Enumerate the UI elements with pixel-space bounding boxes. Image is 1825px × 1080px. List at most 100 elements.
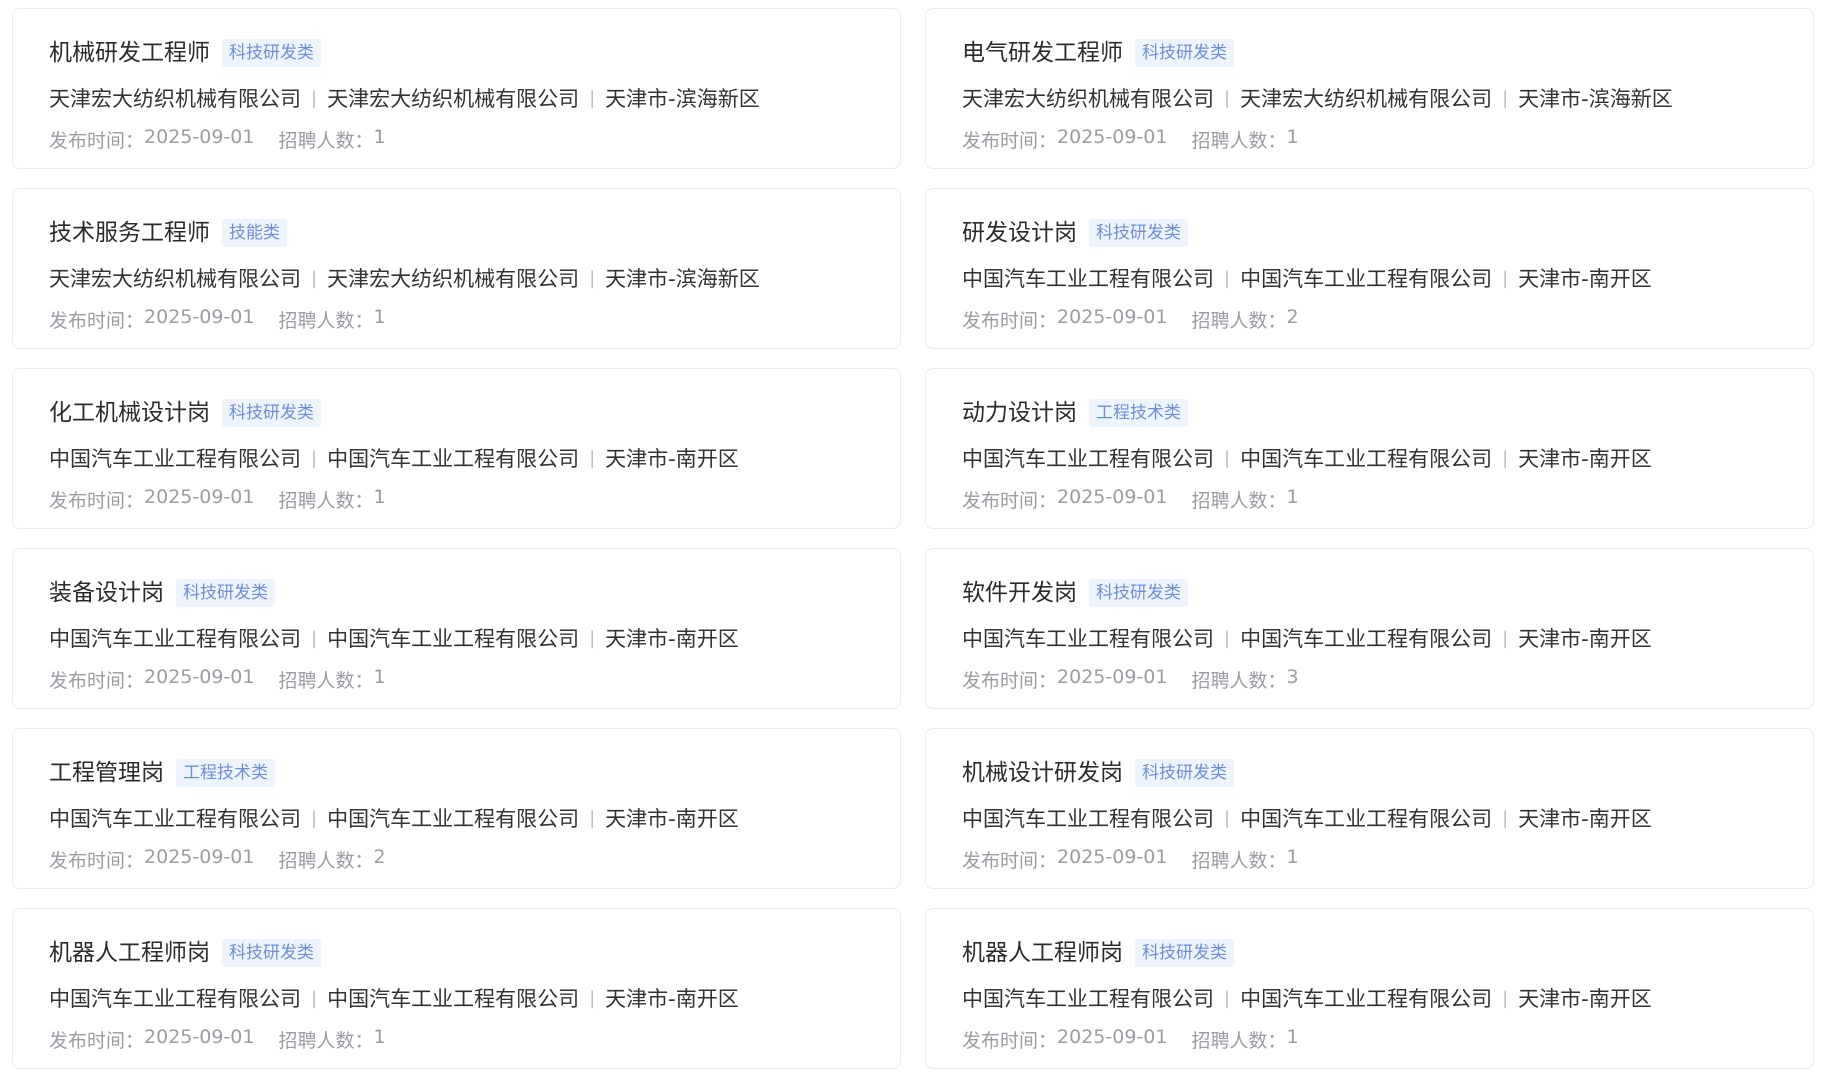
job-title[interactable]: 动力设计岗 [962, 396, 1077, 430]
job-location: 天津市-南开区 [605, 447, 739, 471]
job-category-tag: 科技研发类 [1089, 219, 1188, 247]
job-card[interactable]: 装备设计岗 科技研发类 中国汽车工业工程有限公司 | 中国汽车工业工程有限公司 … [12, 548, 901, 709]
job-meta-row: 发布时间： 2025-09-01 招聘人数： 2 [962, 304, 1813, 334]
job-category-tag: 科技研发类 [1135, 939, 1234, 967]
separator: | [311, 627, 318, 649]
publish-time-label: 发布时间： [49, 849, 145, 872]
job-card[interactable]: 机械设计研发岗 科技研发类 中国汽车工业工程有限公司 | 中国汽车工业工程有限公… [925, 728, 1814, 889]
job-info-row: 天津宏大纺织机械有限公司 | 天津宏大纺织机械有限公司 | 天津市-滨海新区 [49, 262, 900, 294]
separator: | [589, 807, 596, 829]
job-title[interactable]: 机器人工程师岗 [962, 936, 1123, 970]
job-card[interactable]: 电气研发工程师 科技研发类 天津宏大纺织机械有限公司 | 天津宏大纺织机械有限公… [925, 8, 1814, 169]
publish-time-label: 发布时间： [49, 489, 145, 512]
headcount-value: 1 [1286, 845, 1299, 868]
publish-time: 发布时间： 2025-09-01 [49, 486, 254, 513]
job-title[interactable]: 电气研发工程师 [962, 36, 1123, 70]
job-info-row: 中国汽车工业工程有限公司 | 中国汽车工业工程有限公司 | 天津市-南开区 [962, 622, 1813, 654]
job-location: 天津市-南开区 [605, 807, 739, 831]
company-name: 天津宏大纺织机械有限公司 [962, 87, 1214, 111]
headcount-label: 招聘人数： [1191, 1029, 1287, 1052]
job-category-tag: 科技研发类 [1135, 759, 1234, 787]
job-category-tag: 科技研发类 [176, 579, 275, 607]
job-title-row: 电气研发工程师 科技研发类 [962, 36, 1813, 70]
job-title-row: 机械研发工程师 科技研发类 [49, 36, 900, 70]
job-card[interactable]: 化工机械设计岗 科技研发类 中国汽车工业工程有限公司 | 中国汽车工业工程有限公… [12, 368, 901, 529]
headcount-value: 1 [1286, 1025, 1299, 1048]
job-card[interactable]: 工程管理岗 工程技术类 中国汽车工业工程有限公司 | 中国汽车工业工程有限公司 … [12, 728, 901, 889]
employer-name: 中国汽车工业工程有限公司 [327, 807, 580, 831]
job-info-row: 中国汽车工业工程有限公司 | 中国汽车工业工程有限公司 | 天津市-南开区 [962, 442, 1813, 474]
publish-time: 发布时间： 2025-09-01 [49, 666, 254, 693]
publish-time-value: 2025-09-01 [1057, 125, 1168, 148]
publish-time-value: 2025-09-01 [1057, 305, 1168, 328]
job-category-tag: 科技研发类 [222, 399, 321, 427]
headcount-label: 招聘人数： [278, 849, 374, 872]
headcount-label: 招聘人数： [1191, 669, 1287, 692]
headcount: 招聘人数： 1 [278, 1026, 385, 1053]
headcount-label: 招聘人数： [278, 669, 374, 692]
job-meta-row: 发布时间： 2025-09-01 招聘人数： 1 [962, 484, 1813, 514]
job-title[interactable]: 软件开发岗 [962, 576, 1077, 610]
headcount: 招聘人数： 1 [1191, 846, 1298, 873]
job-location: 天津市-滨海新区 [1518, 87, 1673, 111]
job-card[interactable]: 研发设计岗 科技研发类 中国汽车工业工程有限公司 | 中国汽车工业工程有限公司 … [925, 188, 1814, 349]
publish-time-value: 2025-09-01 [144, 1025, 255, 1048]
job-title-row: 工程管理岗 工程技术类 [49, 756, 900, 790]
job-card[interactable]: 机器人工程师岗 科技研发类 中国汽车工业工程有限公司 | 中国汽车工业工程有限公… [925, 908, 1814, 1069]
publish-time-value: 2025-09-01 [144, 485, 255, 508]
job-location: 天津市-滨海新区 [605, 267, 760, 291]
job-title[interactable]: 装备设计岗 [49, 576, 164, 610]
job-title[interactable]: 机械研发工程师 [49, 36, 210, 70]
headcount: 招聘人数： 1 [1191, 1026, 1298, 1053]
separator: | [589, 447, 596, 469]
job-title[interactable]: 技术服务工程师 [49, 216, 210, 250]
company-name: 中国汽车工业工程有限公司 [962, 267, 1214, 291]
separator: | [311, 447, 318, 469]
job-meta-row: 发布时间： 2025-09-01 招聘人数： 1 [49, 304, 900, 334]
job-category-tag: 科技研发类 [1135, 39, 1234, 67]
publish-time-value: 2025-09-01 [1057, 845, 1168, 868]
separator: | [1224, 87, 1231, 109]
headcount-value: 1 [373, 485, 386, 508]
headcount-label: 招聘人数： [1191, 489, 1287, 512]
job-title-row: 技术服务工程师 技能类 [49, 216, 900, 250]
headcount: 招聘人数： 1 [278, 666, 385, 693]
job-info-row: 中国汽车工业工程有限公司 | 中国汽车工业工程有限公司 | 天津市-南开区 [49, 622, 900, 654]
job-info-row: 中国汽车工业工程有限公司 | 中国汽车工业工程有限公司 | 天津市-南开区 [49, 802, 900, 834]
job-meta-row: 发布时间： 2025-09-01 招聘人数： 1 [49, 1024, 900, 1054]
company-name: 天津宏大纺织机械有限公司 [49, 87, 301, 111]
job-meta-row: 发布时间： 2025-09-01 招聘人数： 1 [962, 1024, 1813, 1054]
job-title-row: 软件开发岗 科技研发类 [962, 576, 1813, 610]
job-title[interactable]: 研发设计岗 [962, 216, 1077, 250]
job-title[interactable]: 化工机械设计岗 [49, 396, 210, 430]
publish-time-label: 发布时间： [49, 1029, 145, 1052]
job-info-row: 中国汽车工业工程有限公司 | 中国汽车工业工程有限公司 | 天津市-南开区 [962, 802, 1813, 834]
separator: | [1502, 807, 1509, 829]
publish-time: 发布时间： 2025-09-01 [962, 126, 1167, 153]
headcount-label: 招聘人数： [278, 129, 374, 152]
job-card[interactable]: 软件开发岗 科技研发类 中国汽车工业工程有限公司 | 中国汽车工业工程有限公司 … [925, 548, 1814, 709]
publish-time: 发布时间： 2025-09-01 [962, 486, 1167, 513]
headcount-value: 1 [373, 125, 386, 148]
job-category-tag: 科技研发类 [1089, 579, 1188, 607]
headcount-label: 招聘人数： [278, 309, 374, 332]
company-name: 中国汽车工业工程有限公司 [49, 987, 301, 1011]
separator: | [1502, 87, 1509, 109]
publish-time-label: 发布时间： [49, 669, 145, 692]
job-title[interactable]: 机器人工程师岗 [49, 936, 210, 970]
job-title[interactable]: 工程管理岗 [49, 756, 164, 790]
job-card[interactable]: 机器人工程师岗 科技研发类 中国汽车工业工程有限公司 | 中国汽车工业工程有限公… [12, 908, 901, 1069]
job-title-row: 装备设计岗 科技研发类 [49, 576, 900, 610]
job-card[interactable]: 机械研发工程师 科技研发类 天津宏大纺织机械有限公司 | 天津宏大纺织机械有限公… [12, 8, 901, 169]
job-list: 机械研发工程师 科技研发类 天津宏大纺织机械有限公司 | 天津宏大纺织机械有限公… [12, 8, 1814, 1069]
separator: | [589, 267, 596, 289]
separator: | [1224, 807, 1231, 829]
job-card[interactable]: 技术服务工程师 技能类 天津宏大纺织机械有限公司 | 天津宏大纺织机械有限公司 … [12, 188, 901, 349]
job-location: 天津市-滨海新区 [605, 87, 760, 111]
job-card[interactable]: 动力设计岗 工程技术类 中国汽车工业工程有限公司 | 中国汽车工业工程有限公司 … [925, 368, 1814, 529]
headcount: 招聘人数： 2 [1191, 306, 1298, 333]
separator: | [311, 807, 318, 829]
job-title[interactable]: 机械设计研发岗 [962, 756, 1123, 790]
job-meta-row: 发布时间： 2025-09-01 招聘人数： 1 [49, 484, 900, 514]
publish-time: 发布时间： 2025-09-01 [49, 1026, 254, 1053]
